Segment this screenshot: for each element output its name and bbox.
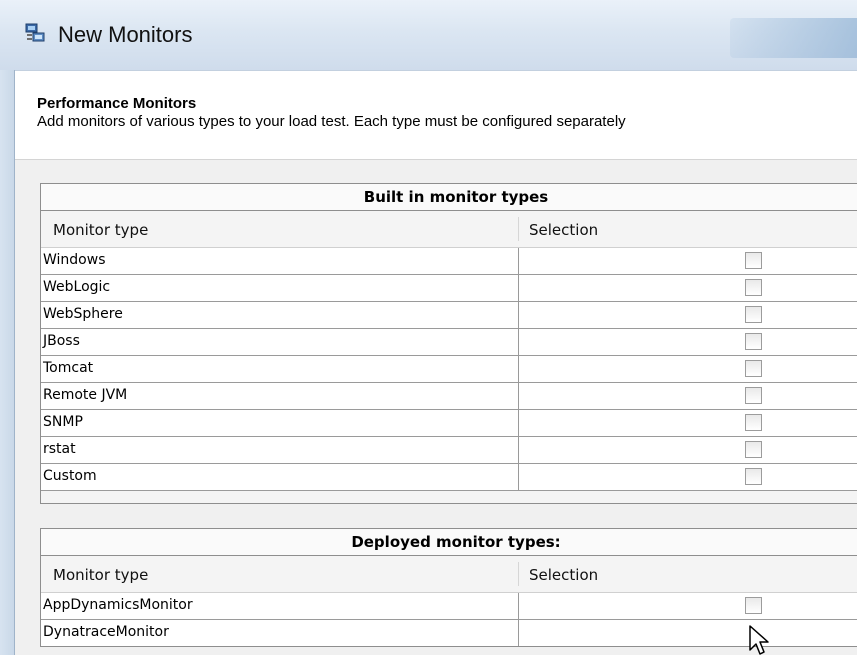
cell-divider xyxy=(518,302,519,328)
selection-checkbox[interactable] xyxy=(745,360,762,377)
table-row[interactable]: rstat xyxy=(41,436,857,463)
monitor-type-label: Tomcat xyxy=(43,360,94,376)
cell-divider xyxy=(518,275,519,301)
table-row[interactable]: DynatraceMonitor xyxy=(41,619,857,646)
monitor-type-label: Remote JVM xyxy=(43,387,128,403)
built-in-rows: Windows WebLogic WebSphere JBoss Tomcat … xyxy=(41,248,857,490)
cell-divider xyxy=(518,329,519,355)
column-selection[interactable]: Selection xyxy=(529,221,598,239)
column-monitor-type[interactable]: Monitor type xyxy=(53,566,148,584)
title-bar[interactable]: New Monitors xyxy=(0,0,857,71)
cell-divider xyxy=(518,410,519,436)
selection-checkbox[interactable] xyxy=(745,387,762,404)
monitor-type-label: SNMP xyxy=(43,414,83,430)
deployed-rows: AppDynamicsMonitor DynatraceMonitor xyxy=(41,593,857,646)
table-row[interactable]: WebLogic xyxy=(41,274,857,301)
title-bar-glow xyxy=(730,18,857,58)
selection-checkbox[interactable] xyxy=(745,597,762,614)
monitors-app-icon xyxy=(25,23,45,42)
column-divider xyxy=(518,562,519,586)
header-description: Add monitors of various types to your lo… xyxy=(37,113,626,130)
header-title: Performance Monitors xyxy=(37,95,197,112)
monitor-type-label: WebSphere xyxy=(43,306,123,322)
monitor-type-label: JBoss xyxy=(43,333,80,349)
selection-checkbox[interactable] xyxy=(745,468,762,485)
selection-checkbox[interactable] xyxy=(745,414,762,431)
table-bottom-spacer xyxy=(41,490,857,503)
table-row[interactable]: SNMP xyxy=(41,409,857,436)
monitor-type-label: AppDynamicsMonitor xyxy=(43,597,193,613)
monitor-type-label: Custom xyxy=(43,468,97,484)
column-selection[interactable]: Selection xyxy=(529,566,598,584)
deployed-column-header: Monitor type Selection xyxy=(41,556,857,593)
built-in-column-header: Monitor type Selection xyxy=(41,211,857,248)
window-title: New Monitors xyxy=(58,22,193,47)
new-monitors-window: New Monitors Performance Monitors Add mo… xyxy=(0,0,857,655)
table-row[interactable]: JBoss xyxy=(41,328,857,355)
selection-checkbox[interactable] xyxy=(745,333,762,350)
cell-divider xyxy=(518,593,519,619)
cell-divider xyxy=(518,620,519,646)
cell-divider xyxy=(518,356,519,382)
table-row[interactable]: Custom xyxy=(41,463,857,490)
table-row[interactable]: AppDynamicsMonitor xyxy=(41,593,857,619)
mouse-pointer-icon xyxy=(749,625,769,655)
wizard-header: Performance Monitors Add monitors of var… xyxy=(15,71,857,160)
selection-checkbox[interactable] xyxy=(745,279,762,296)
cell-divider xyxy=(518,464,519,490)
deployed-table-title: Deployed monitor types: xyxy=(41,529,857,556)
cell-divider xyxy=(518,437,519,463)
window-frame-left xyxy=(0,70,15,655)
column-monitor-type[interactable]: Monitor type xyxy=(53,221,148,239)
cell-divider xyxy=(518,248,519,274)
table-row[interactable]: Remote JVM xyxy=(41,382,857,409)
deployed-monitor-table: Deployed monitor types: Monitor type Sel… xyxy=(40,528,857,647)
table-row[interactable]: Windows xyxy=(41,248,857,274)
selection-checkbox[interactable] xyxy=(745,441,762,458)
table-row[interactable]: Tomcat xyxy=(41,355,857,382)
monitor-type-label: WebLogic xyxy=(43,279,111,295)
selection-checkbox[interactable] xyxy=(745,252,762,269)
selection-checkbox[interactable] xyxy=(745,306,762,323)
built-in-monitor-table: Built in monitor types Monitor type Sele… xyxy=(40,183,857,504)
column-divider xyxy=(518,217,519,241)
built-in-table-title: Built in monitor types xyxy=(41,184,857,211)
monitor-type-label: Windows xyxy=(43,252,106,268)
monitor-type-label: DynatraceMonitor xyxy=(43,624,169,640)
cell-divider xyxy=(518,383,519,409)
table-row[interactable]: WebSphere xyxy=(41,301,857,328)
monitor-type-label: rstat xyxy=(43,441,76,457)
